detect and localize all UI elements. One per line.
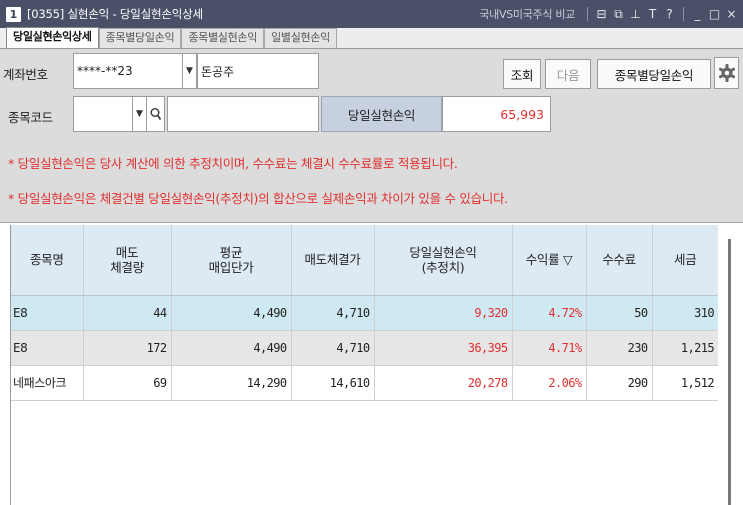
search-icon [150,108,161,120]
cell-avg-buy-price: 14,290 [171,365,292,401]
cell-sell-qty: 44 [83,295,172,331]
table-row[interactable]: 네패스아크 69 14,290 14,610 20,278 2.06% 290 … [11,365,718,401]
cell-commission: 50 [586,295,653,331]
table-row[interactable]: E8 172 4,490 4,710 36,395 4.71% 230 1,21… [11,330,718,366]
help-icon[interactable]: ? [662,5,677,23]
cell-sell-price: 14,610 [291,365,375,401]
font-icon[interactable]: T [645,5,660,23]
stock-code-label: 종목코드 [8,110,53,125]
cell-tax: 1,512 [652,365,718,401]
notice-estimate: * 당일실현손익은 당사 계산에 의한 추정치이며, 수수료는 체결시 수수료률… [8,156,458,171]
table-row[interactable]: E8 44 4,490 4,710 9,320 4.72% 50 310 [11,295,718,331]
settings-button[interactable] [714,57,739,89]
stock-name-field [167,96,319,132]
title-bar-controls: 국내VS미국주식 비교 ⊟ ⧉ ⊥ T ? _ □ × [479,0,739,28]
cell-tax: 310 [652,295,718,331]
pl-grid: 종목명 매도 체결량 평균 매입단가 매도체결가 당일실현손익 (추정치) 수익… [11,225,718,401]
stock-code-dropdown-arrow[interactable]: ▼ [133,96,147,132]
account-dropdown-arrow[interactable]: ▼ [183,53,197,89]
stock-code-input[interactable] [73,96,133,132]
cell-sell-price: 4,710 [291,330,375,366]
tab-realized-pl-by-stock[interactable]: 종목별실현손익 [181,28,265,48]
pin-icon[interactable]: ⊥ [628,5,643,23]
daily-realized-value: 65,993 [442,96,551,132]
col-return-rate[interactable]: 수익률 ▽ [512,225,587,296]
left-margin [0,225,10,505]
cell-sell-qty: 69 [83,365,172,401]
gear-icon [718,64,735,82]
query-panel: 계좌번호 ****-**23 ▼ 돈공주 조회 다음 종목별당일손익 종목코드 … [0,49,743,223]
cell-commission: 230 [586,330,653,366]
cell-stock-name: E8 [11,295,84,331]
cell-daily-realized: 20,278 [374,365,513,401]
col-sell-qty[interactable]: 매도 체결량 [83,225,172,296]
cell-return-rate: 4.72% [512,295,587,331]
col-tax[interactable]: 세금 [652,225,718,296]
cell-daily-realized: 9,320 [374,295,513,331]
account-label: 계좌번호 [3,67,48,82]
title-separator [587,7,588,21]
cell-commission: 290 [586,365,653,401]
next-button[interactable]: 다음 [545,59,591,89]
tab-bar: 당일실현손익상세 종목별당일손익 종목별실현손익 일별실현손익 [0,27,743,49]
col-commission[interactable]: 수수료 [586,225,653,296]
notice-difference: * 당일실현손익은 체결건별 당일실현손익(추정치)의 합산으로 실제손익과 차… [8,191,508,206]
link-icon[interactable]: ⊟ [594,5,609,23]
col-avg-buy-price[interactable]: 평균 매입단가 [171,225,292,296]
query-button[interactable]: 조회 [503,59,541,89]
realized-pl-table: 종목명 매도 체결량 평균 매입단가 매도체결가 당일실현손익 (추정치) 수익… [10,225,718,505]
compare-link[interactable]: 국내VS미국주식 비교 [479,6,575,22]
cell-avg-buy-price: 4,490 [171,295,292,331]
account-number-field[interactable]: ****-**23 [73,53,183,89]
tab-daily-realized-pl[interactable]: 일별실현손익 [264,28,337,48]
title-bar: 1 [0355] 실현손익 - 당일실현손익상세 국내VS미국주식 비교 ⊟ ⧉… [0,0,743,28]
tab-daily-pl-by-stock[interactable]: 종목별당일손익 [98,28,182,48]
cell-return-rate: 4.71% [512,330,587,366]
window-number-badge[interactable]: 1 [6,6,21,22]
cell-daily-realized: 36,395 [374,330,513,366]
account-holder-field: 돈공주 [197,53,319,89]
cell-avg-buy-price: 4,490 [171,330,292,366]
col-daily-realized[interactable]: 당일실현손익 (추정치) [374,225,513,296]
cell-tax: 1,215 [652,330,718,366]
maximize-icon[interactable]: □ [707,5,722,23]
daily-realized-label-box: 당일실현손익 [321,96,442,132]
vertical-scrollbar[interactable] [720,225,743,505]
cell-sell-qty: 172 [83,330,172,366]
cell-return-rate: 2.06% [512,365,587,401]
table-header-row: 종목명 매도 체결량 평균 매입단가 매도체결가 당일실현손익 (추정치) 수익… [11,225,718,296]
window-title: [0355] 실현손익 - 당일실현손익상세 [27,7,203,21]
title-separator [683,7,684,21]
cell-stock-name: E8 [11,330,84,366]
cell-stock-name: 네패스아크 [11,365,84,401]
col-stock-name[interactable]: 종목명 [11,225,84,296]
daily-pl-by-stock-button[interactable]: 종목별당일손익 [597,59,711,89]
copy-icon[interactable]: ⧉ [611,5,626,23]
scrollbar-track[interactable] [728,239,731,505]
close-icon[interactable]: × [724,5,739,23]
cell-sell-price: 4,710 [291,295,375,331]
minimize-icon[interactable]: _ [690,5,705,23]
stock-search-button[interactable] [147,96,165,132]
col-sell-price[interactable]: 매도체결가 [291,225,375,296]
tab-daily-realized-detail[interactable]: 당일실현손익상세 [6,27,99,48]
